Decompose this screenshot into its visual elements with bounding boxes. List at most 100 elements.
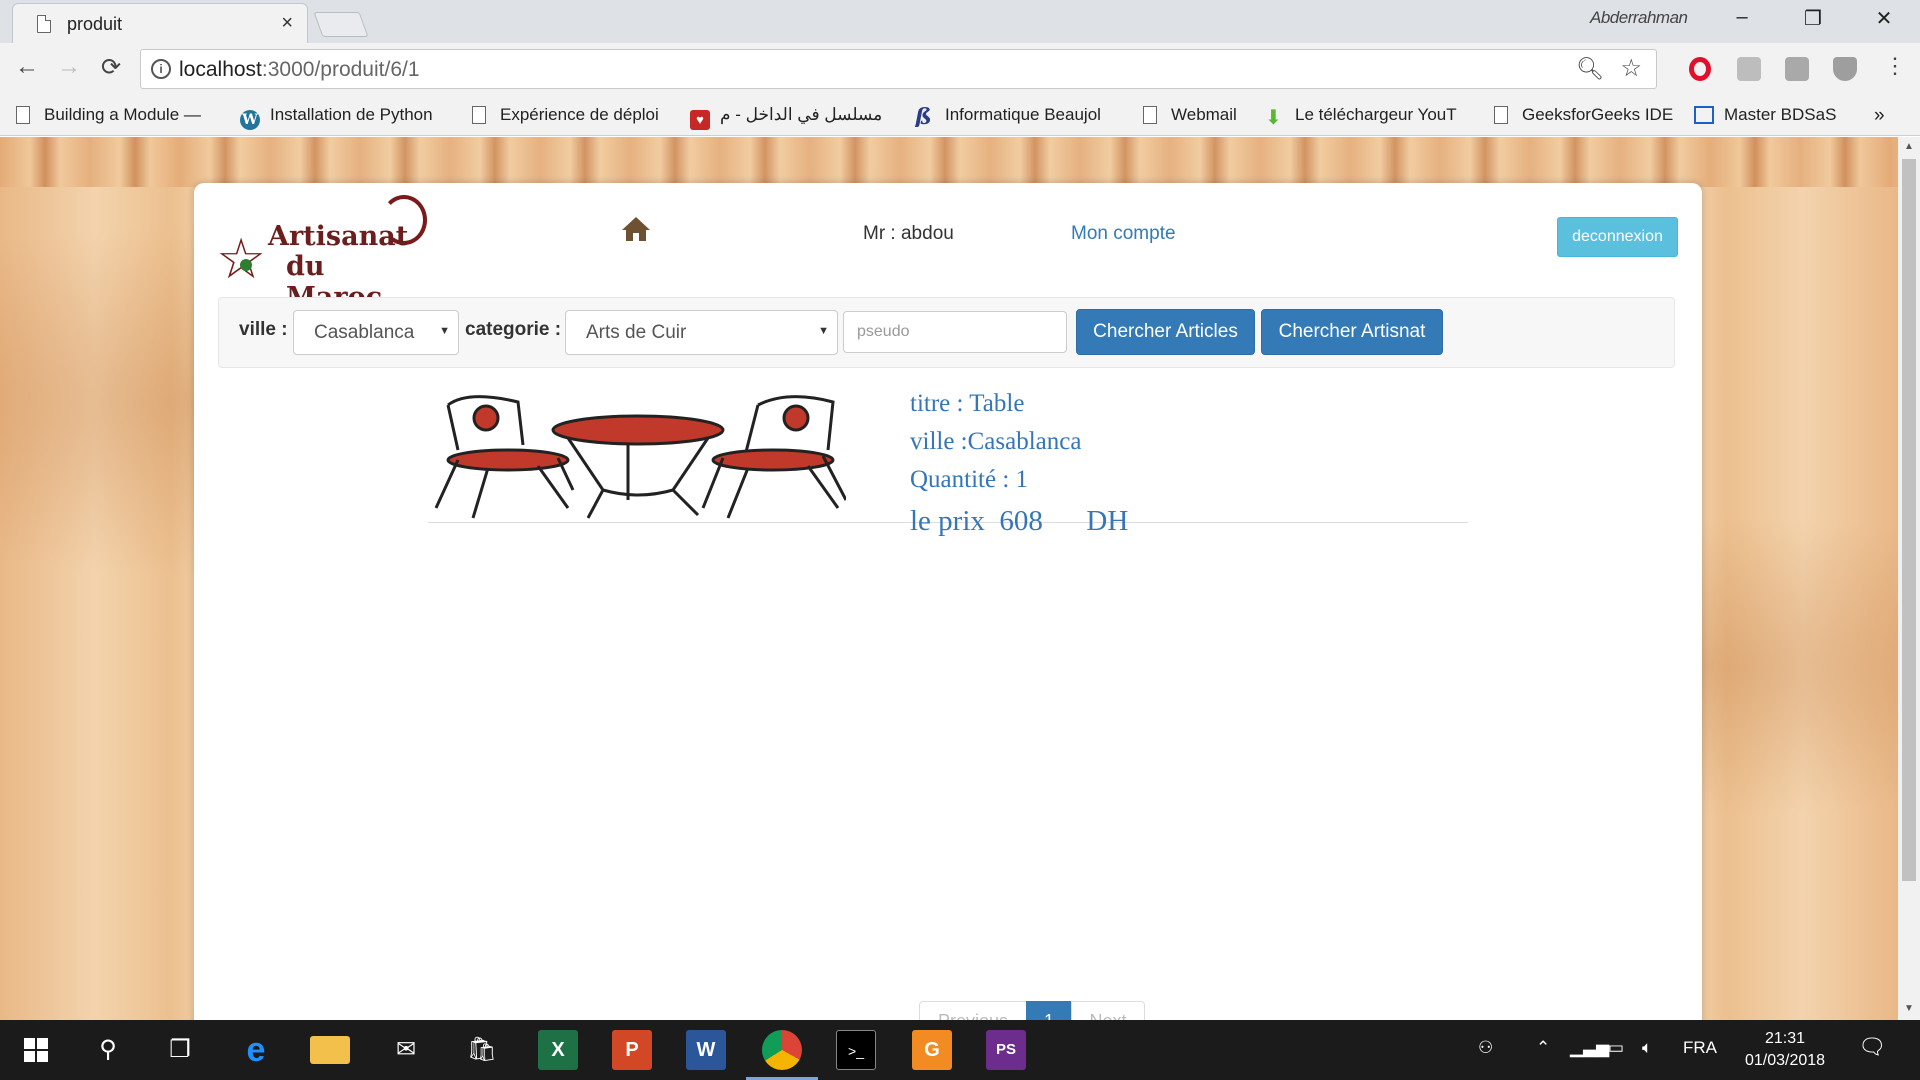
edge-icon[interactable]: e (236, 1030, 276, 1070)
pseudo-input[interactable]: pseudo (843, 311, 1067, 353)
doc-icon (1494, 106, 1508, 124)
zoom-icon[interactable]: 🔍︎ (1576, 56, 1604, 82)
clock[interactable]: 21:31 01/03/2018 (1730, 1028, 1840, 1072)
scroll-thumb[interactable] (1902, 159, 1916, 881)
dropdown-arrow-icon: ▼ (439, 325, 450, 337)
bookmark-star-icon[interactable]: ☆ (1620, 54, 1642, 83)
wordpress-icon: W (240, 110, 260, 130)
search-bar: ville : Casablanca ▼ categorie : Arts de… (218, 297, 1675, 368)
phpstorm-icon[interactable]: PS (986, 1030, 1026, 1070)
logo-text-line1: Artisanat (268, 221, 409, 252)
save-icon[interactable] (1785, 57, 1809, 81)
people-icon[interactable]: ⚇ (1478, 1038, 1493, 1058)
info-icon[interactable]: i (151, 59, 171, 79)
bookmark-item[interactable]: Master BDSaS (1694, 105, 1854, 125)
terminal-icon[interactable]: >_ (836, 1030, 876, 1070)
bookmark-item[interactable]: GeeksforGeeks IDE (1494, 105, 1684, 125)
ville-label: ville : (239, 319, 288, 340)
dropdown-arrow-icon: ▼ (818, 325, 829, 337)
price-unit: DH (1086, 505, 1129, 537)
tab-title: produit (67, 14, 123, 34)
bookmarks-overflow-icon[interactable]: » (1874, 105, 1885, 127)
product-title: titre : Table (910, 390, 1025, 417)
windows-start-icon[interactable] (16, 1030, 56, 1070)
browser-tab[interactable]: produit × (12, 3, 308, 43)
bookmark-item[interactable]: ß Informatique Beaujol (915, 105, 1125, 127)
windows-taskbar: ⚲ ❐ e ✉ 🛍︎ X P W >_ G PS ⚇ ⌃ ▁▃▅ ▭ 🔈︎ FR… (0, 1020, 1920, 1080)
logo-dot (240, 259, 252, 271)
reload-icon[interactable]: ⟳ (94, 53, 128, 82)
page-icon (37, 15, 51, 33)
back-icon[interactable]: ← (10, 53, 44, 81)
categorie-label: categorie : (465, 319, 562, 340)
bookmark-item[interactable]: Expérience de déploi (472, 105, 672, 125)
categorie-select[interactable]: Arts de Cuir ▼ (565, 310, 838, 355)
price-label: le prix (910, 505, 985, 537)
user-label: Mr : abdou (863, 223, 954, 244)
account-link[interactable]: Mon compte (1071, 223, 1176, 245)
pseudo-placeholder: pseudo (857, 323, 910, 340)
tab-close-icon[interactable]: × (281, 12, 293, 35)
home-icon[interactable] (620, 217, 652, 247)
scroll-up-icon[interactable]: ▲ (1898, 141, 1920, 152)
bookmark-item[interactable]: ♥ مسلسل في الداخل - م (690, 105, 900, 130)
wifi-icon[interactable]: ▁▃▅ (1570, 1038, 1609, 1058)
logout-button[interactable]: deconnexion (1557, 217, 1678, 257)
search-artisans-button[interactable]: Chercher Artisnat (1261, 309, 1443, 355)
ville-select[interactable]: Casablanca ▼ (293, 310, 459, 355)
clock-time: 21:31 (1764, 1030, 1806, 1047)
volume-icon[interactable]: 🔈︎ (1642, 1038, 1652, 1058)
page-scrollbar[interactable]: ▲ ▼ (1898, 137, 1920, 1020)
product-price: le prix 608 DH (910, 505, 1128, 538)
url-text[interactable]: localhost:3000/produit/6/1 (179, 58, 420, 82)
language-indicator[interactable]: FRA (1683, 1038, 1717, 1058)
pagination-page-1[interactable]: 1 (1026, 1001, 1072, 1020)
extension-icon[interactable] (1737, 57, 1761, 81)
profile-name[interactable]: Abderrahman (1590, 8, 1688, 28)
star-icon: ☆ (216, 227, 267, 290)
bookmark-item[interactable]: Building a Module — (16, 105, 221, 125)
scroll-down-icon[interactable]: ▼ (1898, 1003, 1920, 1014)
powerpoint-icon[interactable]: P (612, 1030, 652, 1070)
browser-titlebar: produit × Abderrahman – ❐ ✕ (0, 0, 1920, 43)
forward-icon[interactable]: → (52, 53, 86, 81)
mail-icon[interactable]: ✉ (386, 1030, 426, 1070)
battery-icon[interactable]: ▭ (1608, 1038, 1624, 1058)
tray-chevron-icon[interactable]: ⌃ (1536, 1038, 1550, 1058)
search-articles-button[interactable]: Chercher Articles (1076, 309, 1255, 355)
notifications-icon[interactable]: 🗨︎ (1858, 1034, 1886, 1060)
address-bar[interactable]: i localhost:3000/produit/6/1 🔍︎ ☆ (140, 49, 1657, 89)
pagination-next[interactable]: Next (1071, 1001, 1145, 1020)
decorative-border (0, 137, 1898, 187)
opera-icon[interactable] (1689, 57, 1711, 81)
pdf-icon[interactable]: G (912, 1030, 952, 1070)
download-icon: ⬇ (1265, 107, 1282, 128)
page-background: ☆ Artisanat du Maroc Mr : abdou Mon comp… (0, 137, 1898, 1020)
chrome-icon[interactable] (762, 1030, 802, 1070)
menu-icon[interactable]: ⋮ (1878, 53, 1912, 79)
bookmark-item[interactable]: ⬇ Le téléchargeur YouT (1265, 105, 1480, 128)
categorie-value: Arts de Cuir (586, 322, 687, 343)
content-panel: ☆ Artisanat du Maroc Mr : abdou Mon comp… (194, 183, 1702, 1020)
new-tab-button[interactable] (313, 12, 369, 37)
product-image[interactable] (428, 390, 846, 520)
task-view-icon[interactable]: ❐ (160, 1030, 200, 1070)
product-quantity: Quantité : 1 (910, 466, 1029, 493)
file-explorer-icon[interactable] (310, 1036, 350, 1064)
price-value: 608 (999, 505, 1043, 537)
bookmark-item[interactable]: W Installation de Python (240, 105, 445, 130)
shield-icon[interactable] (1833, 57, 1857, 81)
ville-value: Casablanca (314, 322, 415, 343)
window-close-icon[interactable]: ✕ (1864, 6, 1904, 31)
excel-icon[interactable]: X (538, 1030, 578, 1070)
clock-date: 01/03/2018 (1744, 1052, 1826, 1069)
search-icon[interactable]: ⚲ (88, 1030, 128, 1070)
restore-icon[interactable]: ❐ (1793, 6, 1833, 31)
minimize-icon[interactable]: – (1722, 6, 1762, 29)
word-icon[interactable]: W (686, 1030, 726, 1070)
site-logo[interactable]: ☆ Artisanat du Maroc (216, 193, 427, 313)
pagination-previous[interactable]: Previous (919, 1001, 1027, 1020)
browser-toolbar: ← → ⟳ i localhost:3000/produit/6/1 🔍︎ ☆ … (0, 43, 1920, 98)
bookmark-item[interactable]: Webmail (1143, 105, 1273, 125)
store-icon[interactable]: 🛍︎ (462, 1030, 502, 1070)
